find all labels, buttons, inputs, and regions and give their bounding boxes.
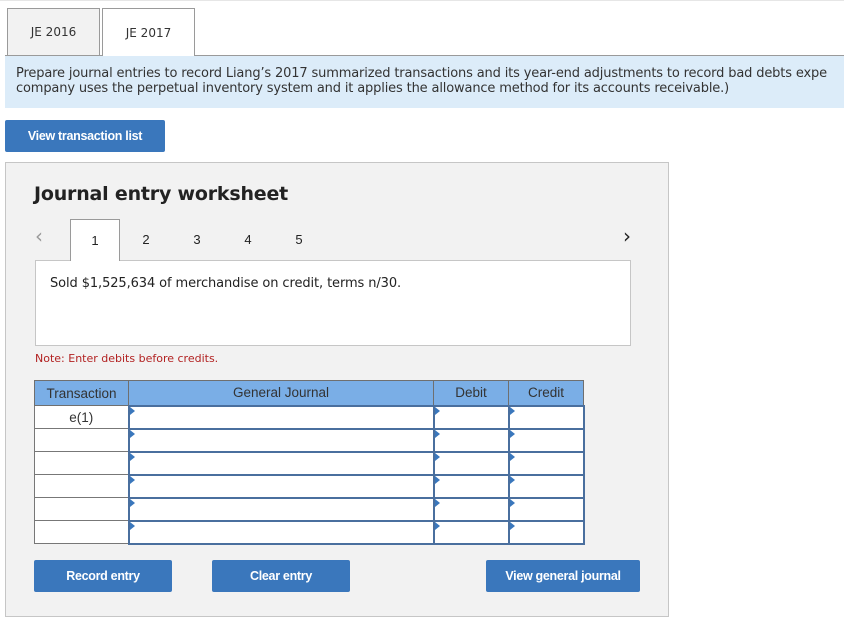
header-debit: Debit — [433, 380, 509, 406]
debit-input[interactable] — [434, 430, 508, 450]
account-cell — [127, 450, 435, 476]
debit-input[interactable] — [434, 476, 508, 496]
instructions-line-1: Prepare journal entries to record Liang’… — [16, 66, 827, 81]
view-transaction-list-button[interactable]: View transaction list — [5, 120, 165, 152]
account-cell — [127, 404, 435, 430]
header-credit: Credit — [508, 380, 584, 406]
dropdown-marker-icon — [129, 475, 135, 484]
table-row: e(1) — [34, 404, 585, 430]
dropdown-marker-icon — [509, 521, 515, 530]
journal-table: Transaction General Journal Debit Credit… — [34, 380, 585, 545]
transaction-cell — [34, 474, 129, 498]
credit-cell — [507, 496, 585, 522]
debit-cell — [432, 404, 510, 430]
step-tab-2[interactable]: 2 — [121, 219, 171, 260]
credit-cell — [507, 450, 585, 476]
dropdown-marker-icon — [509, 452, 515, 461]
table-row — [34, 473, 585, 499]
account-cell — [127, 519, 435, 545]
debit-cell — [432, 496, 510, 522]
dropdown-marker-icon — [509, 406, 515, 415]
credit-input[interactable] — [509, 499, 583, 519]
credit-input[interactable] — [509, 430, 583, 450]
account-cell — [127, 473, 435, 499]
credit-input[interactable] — [509, 453, 583, 473]
table-row — [34, 496, 585, 522]
chevron-right-icon[interactable]: › — [623, 224, 631, 248]
dropdown-marker-icon — [509, 498, 515, 507]
dropdown-marker-icon — [129, 429, 135, 438]
dropdown-marker-icon — [129, 452, 135, 461]
transaction-cell — [34, 497, 129, 521]
credit-cell — [507, 427, 585, 453]
step-tab-4[interactable]: 4 — [223, 219, 273, 260]
credit-cell — [507, 404, 585, 430]
table-row — [34, 427, 585, 453]
step-tab-5[interactable]: 5 — [274, 219, 324, 260]
transaction-cell — [34, 428, 129, 452]
dropdown-marker-icon — [129, 406, 135, 415]
view-general-journal-button[interactable]: View general journal — [486, 560, 640, 592]
transaction-cell — [34, 451, 129, 475]
dropdown-marker-icon — [509, 429, 515, 438]
journal-entry-worksheet: Journal entry worksheet ‹ 1 2 3 4 5 › So… — [5, 162, 669, 617]
instructions-line-2: company uses the perpetual inventory sys… — [16, 81, 730, 96]
transaction-description: Sold $1,525,634 of merchandise on credit… — [35, 260, 631, 346]
header-general-journal: General Journal — [128, 380, 434, 406]
clear-entry-button[interactable]: Clear entry — [212, 560, 350, 592]
step-tab-1[interactable]: 1 — [70, 219, 120, 261]
debit-input[interactable] — [434, 407, 508, 427]
debit-cell — [432, 519, 510, 545]
transaction-cell: e(1) — [34, 405, 129, 429]
debit-cell — [432, 427, 510, 453]
credit-cell — [507, 473, 585, 499]
dropdown-marker-icon — [129, 521, 135, 530]
credit-input[interactable] — [509, 522, 583, 542]
instructions-panel: Prepare journal entries to record Liang’… — [5, 56, 844, 108]
account-input[interactable] — [129, 476, 433, 496]
debit-input[interactable] — [434, 453, 508, 473]
account-cell — [127, 496, 435, 522]
chevron-left-icon[interactable]: ‹ — [35, 224, 43, 248]
account-input[interactable] — [129, 407, 433, 427]
dropdown-marker-icon — [434, 521, 440, 530]
table-row — [34, 519, 585, 545]
step-tab-3[interactable]: 3 — [172, 219, 222, 260]
dropdown-marker-icon — [434, 406, 440, 415]
account-input[interactable] — [129, 430, 433, 450]
account-input[interactable] — [129, 522, 433, 542]
header-transaction: Transaction — [34, 380, 129, 406]
debit-cell — [432, 450, 510, 476]
tab-je-2016[interactable]: JE 2016 — [7, 8, 100, 55]
credit-input[interactable] — [509, 476, 583, 496]
debit-input[interactable] — [434, 522, 508, 542]
dropdown-marker-icon — [509, 475, 515, 484]
table-row — [34, 450, 585, 476]
table-header-row: Transaction General Journal Debit Credit — [34, 380, 584, 406]
credit-cell — [507, 519, 585, 545]
dropdown-marker-icon — [434, 475, 440, 484]
dropdown-marker-icon — [129, 498, 135, 507]
account-cell — [127, 427, 435, 453]
credit-input[interactable] — [509, 407, 583, 427]
tab-bar: JE 2016 JE 2017 — [0, 0, 844, 56]
account-input[interactable] — [129, 499, 433, 519]
debits-note: Note: Enter debits before credits. — [35, 352, 219, 365]
dropdown-marker-icon — [434, 452, 440, 461]
transaction-cell — [34, 520, 129, 544]
worksheet-title: Journal entry worksheet — [34, 183, 289, 205]
account-input[interactable] — [129, 453, 433, 473]
tab-je-2017[interactable]: JE 2017 — [102, 8, 195, 56]
record-entry-button[interactable]: Record entry — [34, 560, 172, 592]
debit-input[interactable] — [434, 499, 508, 519]
dropdown-marker-icon — [434, 498, 440, 507]
dropdown-marker-icon — [434, 429, 440, 438]
debit-cell — [432, 473, 510, 499]
